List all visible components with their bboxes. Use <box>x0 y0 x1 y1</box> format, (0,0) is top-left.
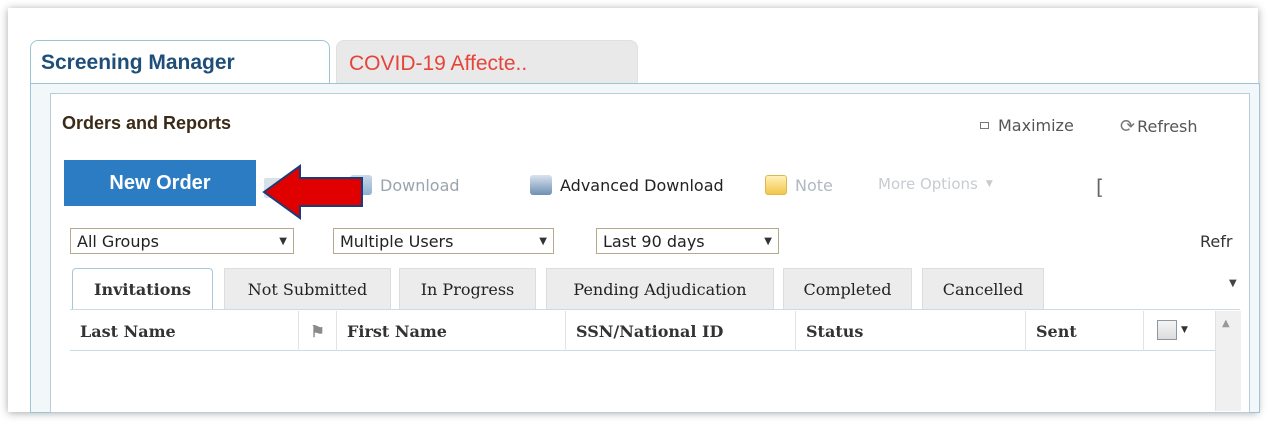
chevron-down-icon: ▼ <box>1181 325 1188 335</box>
chevron-down-icon: ▼ <box>279 235 287 247</box>
subtab-in-progress[interactable]: In Progress <box>399 268 536 310</box>
subtab-divider <box>70 309 1240 310</box>
tab-screening-manager[interactable]: Screening Manager <box>30 40 330 84</box>
download-button[interactable]: Download <box>350 175 460 195</box>
new-order-button[interactable]: New Order <box>64 160 256 206</box>
users-value: Multiple Users <box>340 231 454 251</box>
users-dropdown[interactable]: Multiple Users ▼ <box>333 228 554 254</box>
chevron-down-icon[interactable]: ▼ <box>1229 278 1237 289</box>
refresh-button[interactable]: ⟳ Refresh <box>1120 116 1198 137</box>
scroll-up-icon[interactable]: ▲ <box>1222 318 1230 329</box>
subtab-completed[interactable]: Completed <box>783 268 912 310</box>
period-dropdown[interactable]: Last 90 days ▼ <box>596 228 779 254</box>
more-options-label: More Options <box>878 175 978 193</box>
subtab-not-submitted[interactable]: Not Submitted <box>224 268 391 310</box>
advanced-download-label: Advanced Download <box>560 175 724 195</box>
column-ssn[interactable]: SSN/National ID <box>566 311 796 351</box>
column-sent[interactable]: Sent <box>1026 311 1144 351</box>
partial-control[interactable]: [ <box>1096 175 1104 199</box>
advanced-download-button[interactable]: Advanced Download <box>530 175 724 195</box>
note-button[interactable]: Note <box>765 175 833 195</box>
column-first-name[interactable]: First Name <box>337 311 566 351</box>
column-last-name[interactable]: Last Name <box>70 311 299 351</box>
flag-icon: ⚑ <box>310 321 325 341</box>
refresh-icon: ⟳ <box>1120 116 1136 137</box>
chevron-down-icon: ▼ <box>764 235 772 247</box>
column-status[interactable]: Status <box>796 311 1026 351</box>
groups-value: All Groups <box>77 231 159 251</box>
note-icon <box>765 175 787 195</box>
subtab-pending-adjudication[interactable]: Pending Adjudication <box>546 268 774 310</box>
refresh-label: Refresh <box>1137 117 1198 136</box>
red-arrow-icon <box>262 164 363 220</box>
column-flag[interactable]: ⚑ <box>299 311 337 351</box>
chevron-down-icon: ▼ <box>539 235 547 247</box>
grid-settings-icon <box>1157 320 1177 340</box>
advanced-download-icon <box>530 175 552 195</box>
period-value: Last 90 days <box>603 231 705 251</box>
maximize-label: Maximize <box>998 116 1074 135</box>
tab-covid-affected[interactable]: COVID-19 Affecte.. <box>336 40 638 84</box>
grid-settings-button[interactable]: ▼ <box>1157 320 1188 340</box>
subtab-cancelled[interactable]: Cancelled <box>922 268 1044 310</box>
refresh-link-partial[interactable]: Refr <box>1200 232 1232 251</box>
subtab-invitations[interactable]: Invitations <box>72 268 213 310</box>
maximize-icon <box>980 122 989 129</box>
more-options-button[interactable]: More Options ▼ <box>878 175 993 193</box>
chevron-down-icon: ▼ <box>985 179 993 189</box>
download-label: Download <box>380 175 460 195</box>
panel-title: Orders and Reports <box>62 113 232 133</box>
groups-dropdown[interactable]: All Groups ▼ <box>70 228 294 254</box>
note-label: Note <box>795 175 833 195</box>
maximize-button[interactable]: Maximize <box>980 116 1074 135</box>
